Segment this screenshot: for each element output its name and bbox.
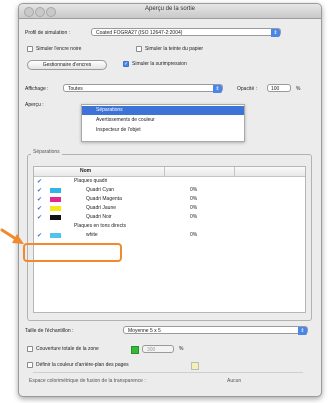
table-row[interactable]: Plaques en tons directs: [34, 222, 305, 231]
separations-group-label: Séparations: [31, 149, 62, 155]
separation-percent: 0%: [190, 196, 198, 202]
table-row[interactable]: ✔ Quadri Magenta 0%: [34, 195, 305, 204]
annotation-arrow-icon: [0, 228, 24, 244]
sample-size-value: Moyenne 5 x 5: [128, 328, 161, 334]
table-row[interactable]: ✔ Quadri Cyan 0%: [34, 186, 305, 195]
separation-name: Quadri Magenta: [86, 196, 122, 202]
divider: [33, 372, 303, 373]
profile-label: Profil de simulation :: [25, 30, 71, 36]
menu-item-separations[interactable]: Séparations: [82, 106, 244, 115]
separation-percent: 0%: [190, 232, 198, 238]
column-name-header[interactable]: Nom: [80, 167, 91, 176]
paper-color-checkbox[interactable]: [136, 46, 142, 52]
opacity-value: 100: [271, 86, 280, 92]
coverage-unit: %: [179, 346, 184, 352]
separation-percent: 0%: [190, 187, 198, 193]
chevron-updown-icon: ⇕: [298, 327, 307, 335]
overprint-label: Simuler la surimpression: [132, 61, 187, 67]
coverage-label: Couverture totale de la zone: [36, 346, 99, 352]
separation-name: Quadri Jaune: [86, 205, 117, 211]
display-select[interactable]: Toutes ⇕: [63, 84, 223, 93]
profile-select[interactable]: Coated FOGRA27 (ISO 12647-2:2004) ⇕: [91, 28, 281, 37]
coverage-color-swatch[interactable]: [131, 346, 139, 354]
coverage-checkbox[interactable]: [27, 346, 33, 352]
table-row[interactable]: ✔ Quadri Noir 0%: [34, 213, 305, 222]
display-label: Affichage :: [25, 86, 49, 92]
annotation-highlight-box: [23, 243, 122, 262]
column-divider: [164, 167, 165, 176]
color-swatch: [50, 206, 61, 211]
window-title: Aperçu de la sortie: [144, 6, 196, 12]
page-background-swatch[interactable]: [191, 362, 199, 370]
preview-menu: Séparations Avertissements de couleur In…: [81, 104, 245, 142]
title-bar[interactable]: Aperçu de la sortie: [19, 4, 321, 19]
page-background-checkbox[interactable]: [27, 362, 33, 368]
black-ink-checkbox[interactable]: [27, 46, 33, 52]
separation-name: white: [86, 232, 98, 238]
display-value: Toutes: [68, 86, 83, 92]
visibility-check-icon[interactable]: ✔: [37, 232, 42, 241]
color-swatch: [50, 188, 61, 193]
menu-item-object-inspector[interactable]: Inspecteur de l'objet: [82, 126, 244, 135]
blend-space-value: Aucun: [227, 378, 242, 384]
opacity-unit: %: [296, 86, 301, 92]
separation-percent: 0%: [190, 214, 198, 220]
sample-size-label: Taille de l'échantillon :: [25, 328, 74, 334]
separations-table: Nom ✔ Plaques quadri ✔ Quadri Cyan 0% ✔ …: [33, 166, 306, 313]
color-swatch: [50, 197, 61, 202]
separation-name: Plaques quadri: [74, 178, 108, 184]
page-background-label: Définir la couleur d'arrière-plan des pa…: [36, 362, 129, 368]
coverage-value: 300: [147, 347, 156, 353]
opacity-label: Opacité :: [237, 86, 258, 92]
opacity-input[interactable]: 100: [267, 84, 291, 92]
coverage-input[interactable]: 300: [142, 345, 174, 353]
chevron-updown-icon: ⇕: [213, 85, 222, 93]
output-preview-window: Aperçu de la sortie Profil de simulation…: [18, 3, 322, 397]
color-swatch: [50, 233, 61, 238]
profile-value: Coated FOGRA27 (ISO 12647-2:2004): [96, 30, 183, 36]
separation-name: Quadri Cyan: [86, 187, 115, 193]
black-ink-label: Simuler l'encre noire: [36, 46, 82, 52]
ink-manager-button[interactable]: Gestionnaire d'encres: [27, 60, 107, 70]
paper-color-label: Simuler la teinte du papier: [145, 46, 204, 52]
column-divider: [234, 167, 235, 176]
blend-space-label: Espace colorimétrique de fusion de la tr…: [29, 378, 146, 384]
sample-size-select[interactable]: Moyenne 5 x 5 ⇕: [123, 326, 308, 335]
table-row[interactable]: ✔ Quadri Jaune 0%: [34, 204, 305, 213]
table-row[interactable]: ✔ Plaques quadri: [34, 177, 305, 186]
separation-name: Quadri Noir: [86, 214, 112, 220]
chevron-updown-icon: ⇕: [271, 29, 280, 37]
menu-item-color-warnings[interactable]: Avertissements de couleur: [82, 116, 244, 125]
color-swatch: [50, 215, 61, 220]
preview-label: Aperçu :: [25, 102, 44, 108]
separation-name: Plaques en tons directs: [74, 223, 126, 229]
table-header: Nom: [34, 167, 305, 177]
separation-percent: 0%: [190, 205, 198, 211]
table-row[interactable]: ✔ white 0%: [34, 231, 305, 240]
overprint-checkbox[interactable]: [123, 61, 129, 67]
